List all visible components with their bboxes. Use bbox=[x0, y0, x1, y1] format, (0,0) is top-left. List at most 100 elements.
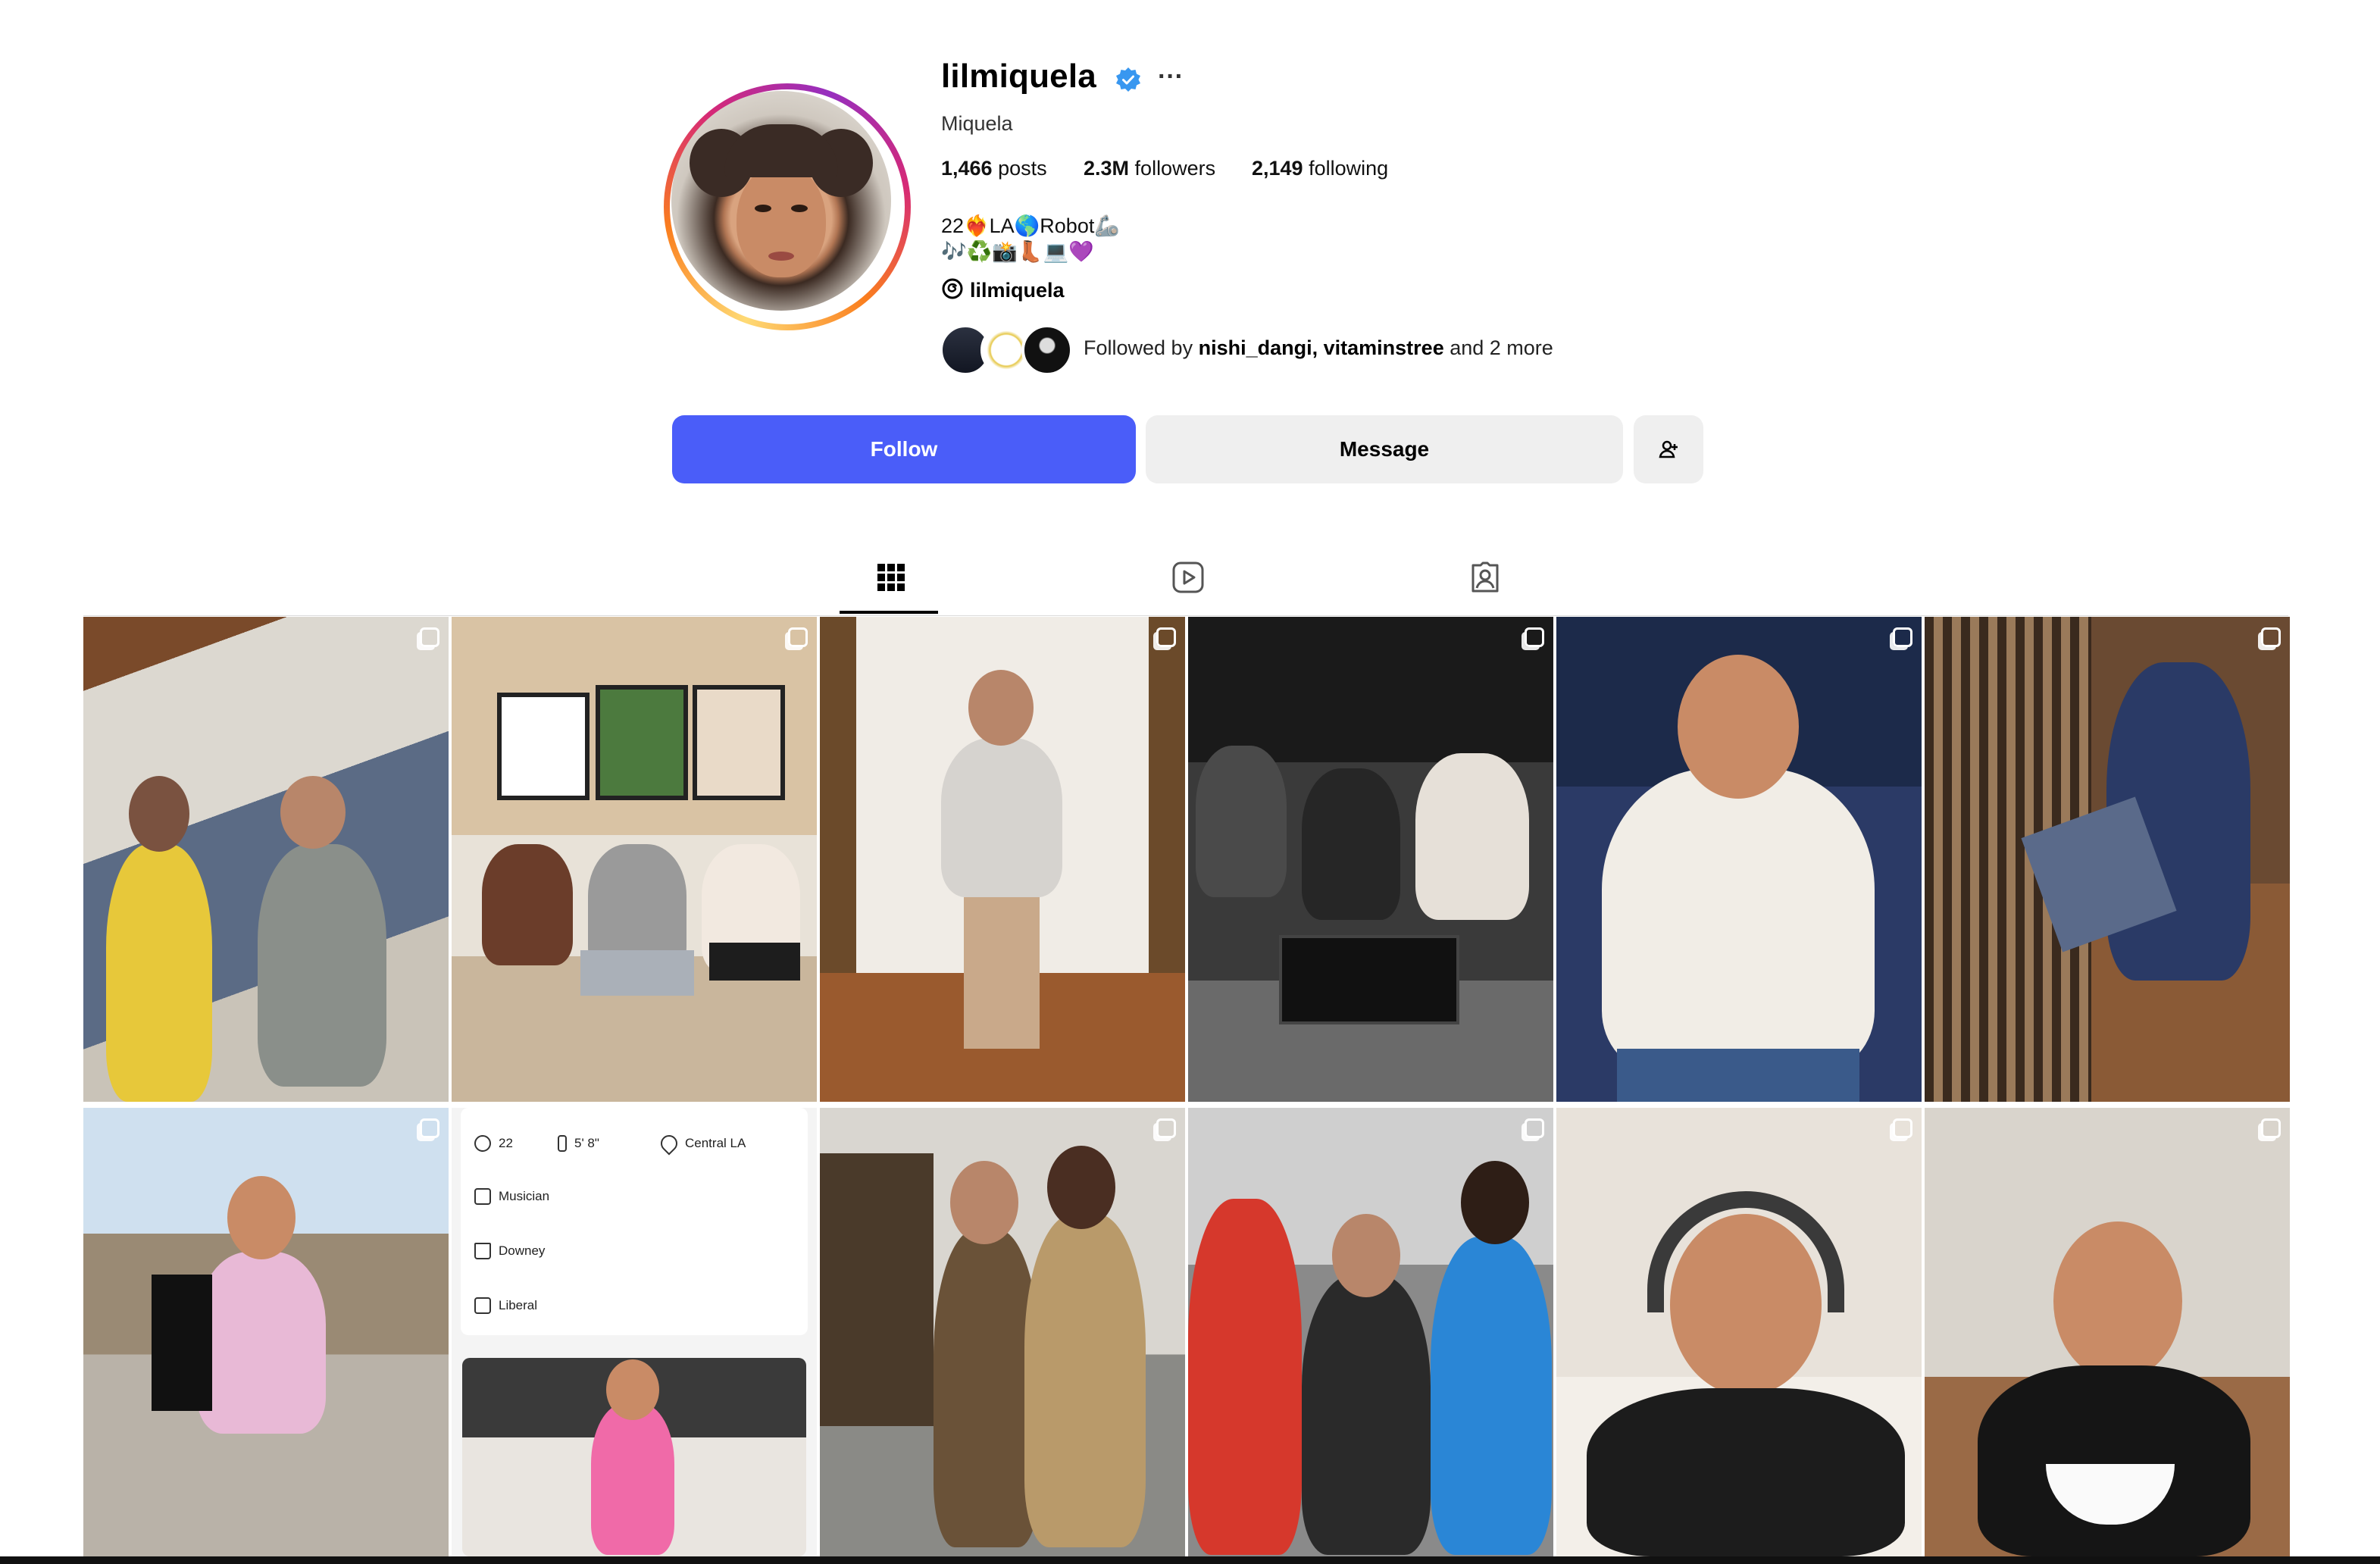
post-figure-head bbox=[227, 1176, 296, 1259]
avatar-lips bbox=[768, 252, 794, 261]
add-person-icon bbox=[1659, 440, 1678, 458]
followed-by-suffix: and 2 more bbox=[1450, 336, 1553, 359]
hair-bangs bbox=[724, 124, 838, 177]
ruler-icon bbox=[558, 1135, 567, 1152]
posts-count: 1,466 bbox=[941, 157, 993, 180]
post-figure-head bbox=[1678, 655, 1799, 799]
follow-button[interactable]: Follow bbox=[672, 415, 1136, 483]
followed-by-user-1: nishi_dangi, bbox=[1198, 336, 1318, 359]
post-tile[interactable] bbox=[1188, 617, 1553, 1102]
profile-full-name: Miquela bbox=[941, 112, 1013, 135]
tab-tagged[interactable] bbox=[1467, 559, 1503, 596]
profile-username: lilmiquela bbox=[941, 58, 1096, 95]
post-tile[interactable] bbox=[1925, 1108, 2290, 1556]
midi-controller bbox=[1279, 935, 1459, 1024]
jeans bbox=[1617, 1049, 1859, 1102]
wall-frame bbox=[596, 685, 688, 800]
followed-by-prefix: Followed by bbox=[1084, 336, 1193, 359]
following-count: 2,149 bbox=[1252, 157, 1303, 180]
post-tile[interactable] bbox=[820, 617, 1185, 1102]
laptop bbox=[580, 950, 694, 996]
doorway bbox=[820, 1153, 934, 1426]
followed-by-user-2: vitaminstree bbox=[1323, 336, 1444, 359]
threads-link[interactable]: lilmiquela bbox=[970, 279, 1065, 302]
info-age-row: 22 bbox=[474, 1135, 513, 1152]
headphones bbox=[1647, 1191, 1844, 1312]
window-bottom-edge bbox=[0, 1556, 2380, 1564]
stat-followers[interactable]: 2.3M followers bbox=[1084, 157, 1215, 180]
post-tile[interactable] bbox=[83, 617, 449, 1102]
post-tile[interactable] bbox=[1188, 1108, 1553, 1556]
wall-frame bbox=[693, 685, 785, 800]
post-figure bbox=[941, 738, 1062, 897]
tabs-divider bbox=[83, 615, 2288, 616]
carousel-icon bbox=[420, 1118, 439, 1138]
tab-posts[interactable] bbox=[873, 559, 909, 596]
info-politics-row: Liberal bbox=[474, 1297, 537, 1314]
post-tile[interactable] bbox=[1925, 617, 2290, 1102]
verified-badge-icon bbox=[1116, 67, 1140, 92]
post-figure-head bbox=[950, 1161, 1018, 1244]
info-height: 5' 8" bbox=[574, 1136, 599, 1150]
carousel-icon bbox=[420, 627, 439, 647]
avatar-eye-left bbox=[755, 205, 771, 212]
stat-following[interactable]: 2,149 following bbox=[1252, 157, 1388, 180]
info-card-photo bbox=[462, 1358, 806, 1556]
post-tile[interactable] bbox=[452, 617, 817, 1102]
post-figure bbox=[1431, 1237, 1552, 1555]
post-tile[interactable] bbox=[1556, 1108, 1922, 1556]
post-figure bbox=[258, 844, 386, 1087]
info-politics: Liberal bbox=[499, 1298, 538, 1312]
more-options-icon[interactable]: ··· bbox=[1158, 62, 1184, 92]
post-figure bbox=[1196, 746, 1287, 897]
followers-label: followers bbox=[1134, 157, 1216, 180]
post-figure bbox=[1024, 1214, 1146, 1547]
following-label: following bbox=[1309, 157, 1389, 180]
carousel-icon bbox=[2261, 627, 2281, 647]
info-occupation: Musician bbox=[499, 1189, 550, 1203]
reels-icon bbox=[1172, 561, 1204, 593]
followed-by-text[interactable]: Followed by nishi_dangi, vitaminstree an… bbox=[1084, 336, 1553, 360]
follower-avatar-3 bbox=[1021, 324, 1073, 376]
post-figure-head bbox=[1332, 1214, 1400, 1297]
info-location: Central LA bbox=[685, 1136, 746, 1150]
message-button[interactable]: Message bbox=[1146, 415, 1623, 483]
stat-posts: 1,466 posts bbox=[941, 157, 1047, 180]
avatar-image bbox=[671, 91, 891, 311]
post-tile[interactable] bbox=[1556, 617, 1922, 1102]
post-figure bbox=[934, 1229, 1040, 1547]
avatar-eye-right bbox=[791, 205, 808, 212]
institution-icon bbox=[474, 1297, 491, 1314]
info-location-row: Central LA bbox=[657, 1131, 746, 1156]
cake-icon bbox=[474, 1135, 491, 1152]
keyboard bbox=[709, 943, 800, 981]
post-figure-robe bbox=[1587, 1388, 1905, 1556]
bio-line-2: 🎶♻️📸👢💻💜 bbox=[941, 240, 1094, 263]
carousel-icon bbox=[1893, 1118, 1912, 1138]
carousel-icon bbox=[1525, 1118, 1544, 1138]
post-figure bbox=[1302, 1275, 1431, 1555]
tab-reels[interactable] bbox=[1170, 559, 1206, 596]
post-figure-coat bbox=[1602, 768, 1875, 1071]
post-figure bbox=[482, 844, 573, 965]
carousel-icon bbox=[2261, 1118, 2281, 1138]
carousel-icon bbox=[1156, 627, 1176, 647]
post-tile-info-card[interactable]: 22 5' 8" Central LA Musician Downey Libe… bbox=[452, 1108, 817, 1556]
post-figure-head bbox=[1047, 1146, 1115, 1229]
similar-accounts-button[interactable] bbox=[1634, 415, 1703, 483]
info-age: 22 bbox=[499, 1136, 513, 1150]
post-tile[interactable] bbox=[820, 1108, 1185, 1556]
carousel-icon bbox=[1525, 627, 1544, 647]
post-figure bbox=[1188, 1199, 1302, 1555]
post-figure-head bbox=[1461, 1161, 1529, 1244]
profile-avatar[interactable] bbox=[664, 83, 911, 330]
post-figure bbox=[591, 1403, 674, 1555]
followers-count: 2.3M bbox=[1084, 157, 1130, 180]
carousel-icon bbox=[1893, 627, 1912, 647]
post-figure bbox=[106, 844, 212, 1102]
post-tile[interactable] bbox=[83, 1108, 449, 1556]
location-pin-icon bbox=[657, 1131, 681, 1156]
post-figure-legs bbox=[964, 897, 1040, 1049]
post-figure bbox=[1978, 1365, 2250, 1556]
briefcase-icon bbox=[474, 1188, 491, 1205]
